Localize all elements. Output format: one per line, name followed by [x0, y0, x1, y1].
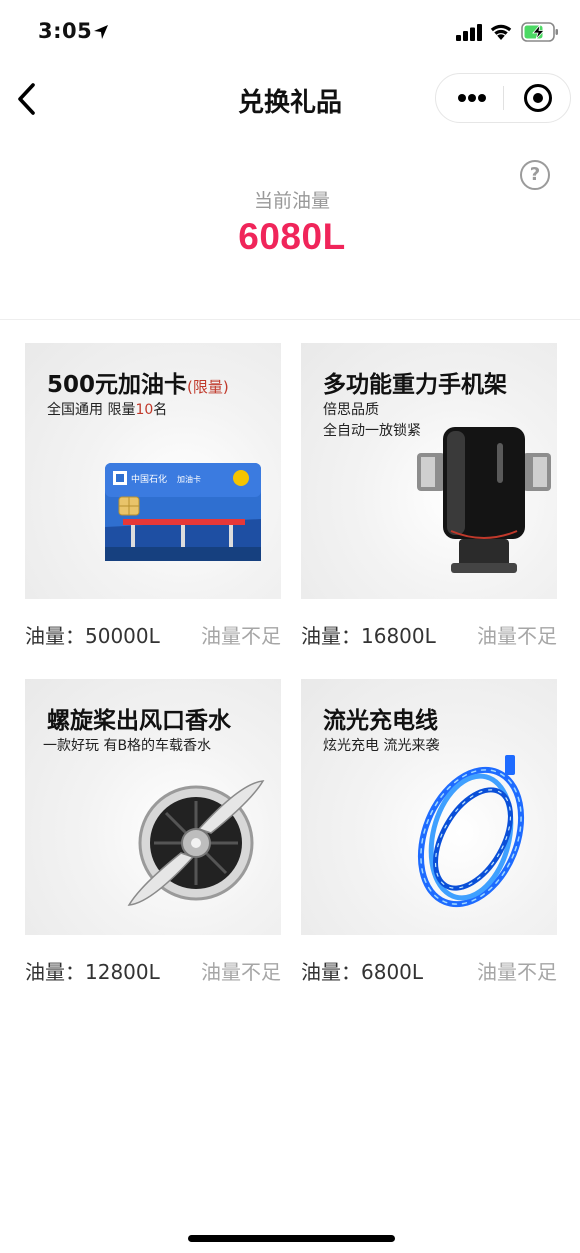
- more-dots-icon[interactable]: [436, 74, 504, 122]
- card-label-text: 加油卡: [177, 474, 201, 484]
- gift-card-glowing-cable[interactable]: 流光充电线 炫光充电 流光来袭 油量：6800L 油量不足: [301, 679, 557, 984]
- gift-image: 500元加油卡(限量) 全国通用 限量10名 中国石化 加油卡: [25, 343, 281, 599]
- gift-title: 500元加油卡(限量): [47, 372, 229, 398]
- gift-status: 油量不足: [201, 624, 281, 648]
- gift-price: 油量：16800L: [301, 624, 436, 648]
- gift-subtitle: 一款好玩 有B格的车载香水: [43, 738, 212, 754]
- wifi-icon: [490, 24, 512, 40]
- gift-title: 多功能重力手机架: [323, 372, 507, 398]
- fuel-card-illustration: 中国石化 加油卡: [105, 463, 261, 561]
- section-divider: [0, 319, 580, 320]
- battery-charging-icon: [521, 22, 558, 42]
- navigation-bar: 兑换礼品: [0, 64, 580, 134]
- balance-label: 当前油量: [253, 190, 330, 212]
- card-brand-text: 中国石化: [131, 473, 167, 485]
- gift-price: 油量：6800L: [301, 960, 424, 984]
- gift-price: 油量：12800L: [25, 960, 160, 984]
- gift-card-propeller-perfume[interactable]: 螺旋桨出风口香水 一款好玩 有B格的车载香水 油量：12800L 油量不足: [25, 679, 281, 984]
- gift-image: 多功能重力手机架 倍思品质 全自动一放锁紧: [301, 343, 557, 599]
- gift-card-phone-holder[interactable]: 多功能重力手机架 倍思品质 全自动一放锁紧 油量：16800L 油量不足: [301, 343, 557, 648]
- phone-holder-illustration: [417, 427, 551, 573]
- gift-status: 油量不足: [201, 960, 281, 984]
- gift-title: 流光充电线: [323, 708, 438, 734]
- gift-image: 流光充电线 炫光充电 流光来袭: [301, 679, 557, 935]
- status-time: 3:05: [38, 19, 93, 43]
- location-arrow-icon: [94, 25, 108, 39]
- gift-title: 螺旋桨出风口香水: [47, 708, 231, 734]
- gift-subtitle: 倍思品质 全自动一放锁紧: [323, 402, 421, 439]
- gift-status: 油量不足: [477, 624, 557, 648]
- gift-subtitle: 炫光充电 流光来袭: [323, 738, 440, 754]
- glowing-cable-illustration: [417, 755, 525, 908]
- gift-image: 螺旋桨出风口香水 一款好玩 有B格的车载香水: [25, 679, 281, 935]
- home-indicator: [188, 1235, 395, 1242]
- gift-card-fuel-card[interactable]: 500元加油卡(限量) 全国通用 限量10名 中国石化 加油卡 油量：50000…: [25, 343, 281, 648]
- limited-tag: (限量): [187, 378, 229, 396]
- gift-status: 油量不足: [477, 960, 557, 984]
- gift-price: 油量：50000L: [25, 624, 160, 648]
- gift-subtitle: 全国通用 限量10名: [47, 402, 168, 418]
- propeller-perfume-illustration: [127, 780, 265, 906]
- status-bar: 3:05: [0, 0, 580, 64]
- cellular-signal-icon: [456, 24, 482, 41]
- mini-program-capsule: [435, 73, 571, 123]
- balance-value: 6080L: [238, 216, 346, 257]
- target-close-icon[interactable]: [504, 74, 572, 122]
